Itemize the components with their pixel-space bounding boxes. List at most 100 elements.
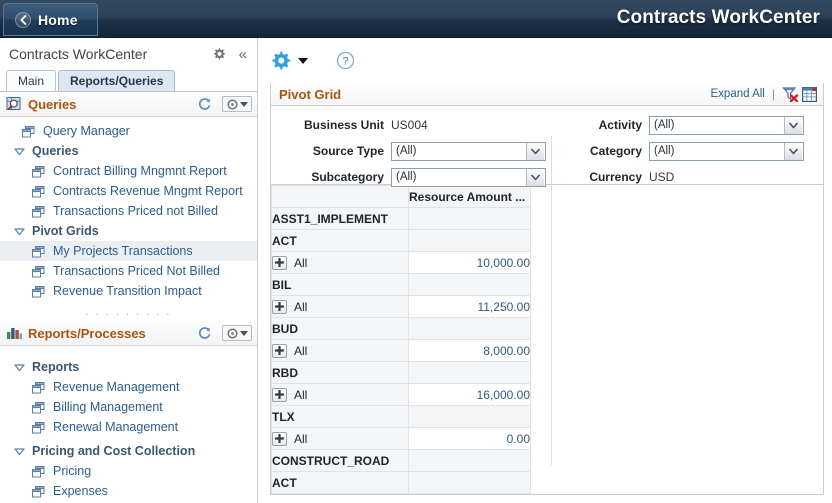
tree-group-queries[interactable]: Queries — [0, 141, 257, 161]
row-value — [408, 405, 531, 428]
window-icon — [32, 265, 45, 278]
tree-item-query-manager[interactable]: Query Manager — [0, 121, 257, 141]
filter-category: Category (All) — [571, 138, 831, 164]
sidebar-title: Contracts WorkCenter — [9, 46, 148, 62]
tree-item-revenue-management[interactable]: Revenue Management — [0, 377, 257, 397]
panel-resize-handle[interactable]: · · · · · · · · · — [0, 308, 257, 321]
tree-queries: Query Manager Queries Contract Billing M… — [0, 117, 257, 301]
row-label-cell: All — [271, 295, 409, 318]
filter-label: Subcategory — [311, 170, 384, 184]
tree-item-revenue-transition-impact[interactable]: Revenue Transition Impact — [0, 281, 257, 301]
table-row[interactable]: RBD — [271, 361, 531, 384]
table-row[interactable]: All 16,000.00 — [271, 383, 531, 406]
activity-select[interactable]: (All) — [649, 115, 804, 135]
tree-group-reports[interactable]: Reports — [0, 357, 257, 377]
row-label: TLX — [271, 405, 409, 428]
tree-item-label: Query Manager — [43, 124, 130, 138]
plus-icon[interactable] — [272, 387, 287, 402]
tree-group-label: Reports — [32, 360, 80, 374]
chevron-down-icon — [526, 142, 544, 160]
home-button[interactable]: Home — [3, 3, 98, 36]
filter-business-unit: Business Unit US004 — [271, 112, 556, 138]
table-row[interactable]: ACT — [271, 229, 531, 252]
filter-label: Business Unit — [303, 118, 384, 132]
window-icon — [32, 165, 45, 178]
filter-clear-icon[interactable] — [782, 86, 799, 103]
twisty-expanded-icon[interactable] — [12, 447, 26, 456]
row-label: ACT — [271, 229, 409, 252]
window-icon — [32, 465, 45, 478]
twisty-expanded-icon[interactable] — [12, 227, 26, 236]
table-row[interactable]: All 10,000.00 — [271, 251, 531, 274]
grid-view-icon[interactable] — [802, 86, 818, 102]
section-header-queries: Queries — [0, 92, 257, 117]
window-icon — [32, 401, 45, 414]
tree-item-contract-billing-mngmnt-report[interactable]: Contract Billing Mngmnt Report — [0, 161, 257, 181]
table-row[interactable]: ASST1_IMPLEMENT — [271, 207, 531, 230]
tree-item-pricing[interactable]: Pricing — [0, 461, 257, 481]
row-label-cell: All — [271, 383, 409, 406]
twisty-expanded-icon[interactable] — [12, 147, 26, 156]
chevron-down-icon — [784, 142, 802, 160]
business-unit-value: US004 — [391, 118, 428, 132]
window-icon — [22, 125, 35, 138]
window-icon — [32, 381, 45, 394]
caret-down-icon[interactable] — [298, 57, 308, 64]
gear-icon[interactable] — [270, 50, 291, 71]
gear-icon[interactable] — [211, 46, 227, 62]
panel-title: Pivot Grid — [279, 86, 342, 102]
subcategory-select[interactable]: (All) — [391, 167, 546, 187]
row-value — [408, 317, 531, 340]
plus-icon[interactable] — [272, 431, 287, 446]
tree-item-transactions-priced-not-billed[interactable]: Transactions Priced not Billed — [0, 201, 257, 221]
category-select[interactable]: (All) — [649, 141, 804, 161]
table-row[interactable]: ACT — [271, 471, 531, 494]
table-row[interactable]: All 8,000.00 — [271, 339, 531, 362]
tree-item-expenses[interactable]: Expenses — [0, 481, 257, 501]
pivot-table-wrapper: Resource Amount ... ASST1_IMPLEMENT ACT … — [271, 184, 823, 494]
window-icon — [32, 205, 45, 218]
tree-group-pricing-and-cost-collection[interactable]: Pricing and Cost Collection — [0, 441, 257, 461]
filter-label: Category — [589, 144, 642, 158]
tree-reports-processes: Reports Revenue Management Billing Manag… — [0, 346, 257, 501]
row-label: All — [294, 255, 308, 270]
help-question-icon[interactable]: ? — [336, 51, 355, 70]
tree-group-label: Pivot Grids — [32, 224, 99, 238]
source-type-value: (All) — [396, 145, 417, 157]
table-row[interactable]: All 11,250.00 — [271, 295, 531, 318]
tree-item-label: Transactions Priced Not Billed — [53, 264, 220, 278]
table-row[interactable]: BIL — [271, 273, 531, 296]
filters-right-column: Activity (All) Category (All) Currency U… — [571, 112, 831, 190]
tree-item-label: Revenue Transition Impact — [53, 284, 202, 298]
plus-icon[interactable] — [272, 255, 287, 270]
table-row[interactable]: TLX — [271, 405, 531, 428]
plus-icon[interactable] — [272, 343, 287, 358]
table-row[interactable]: CONSTRUCT_ROAD — [271, 449, 531, 472]
tree-item-billing-management[interactable]: Billing Management — [0, 397, 257, 417]
section-menu-button[interactable] — [222, 96, 252, 112]
row-label-cell: All — [271, 427, 409, 450]
tree-item-transactions-priced-not-billed-2[interactable]: Transactions Priced Not Billed — [0, 261, 257, 281]
section-menu-button[interactable] — [222, 325, 252, 341]
tree-item-renewal-management[interactable]: Renewal Management — [0, 417, 257, 437]
twisty-expanded-icon[interactable] — [12, 363, 26, 372]
tree-item-contracts-revenue-mngmt-report[interactable]: Contracts Revenue Mngmt Report — [0, 181, 257, 201]
tab-reports-queries[interactable]: Reports/Queries — [58, 70, 176, 91]
tab-main[interactable]: Main — [6, 70, 57, 91]
refresh-icon[interactable] — [198, 97, 212, 111]
tree-item-my-projects-transactions[interactable]: My Projects Transactions — [0, 241, 257, 261]
filter-label: Activity — [598, 118, 642, 132]
table-row[interactable]: All 0.00 — [271, 427, 531, 450]
row-label: ACT — [271, 471, 409, 494]
content-right-divider — [551, 136, 552, 465]
sidebar-header: Contracts WorkCenter « — [0, 38, 257, 70]
collapse-double-chevron-icon[interactable]: « — [239, 46, 251, 63]
tree-group-pivot-grids[interactable]: Pivot Grids — [0, 221, 257, 241]
source-type-select[interactable]: (All) — [391, 141, 546, 161]
plus-icon[interactable] — [272, 299, 287, 314]
tree-item-label: Transactions Priced not Billed — [53, 204, 218, 218]
refresh-icon[interactable] — [198, 326, 212, 340]
table-row[interactable]: BUD — [271, 317, 531, 340]
tree-item-label: My Projects Transactions — [53, 244, 193, 258]
expand-all-link[interactable]: Expand All — [711, 88, 765, 100]
